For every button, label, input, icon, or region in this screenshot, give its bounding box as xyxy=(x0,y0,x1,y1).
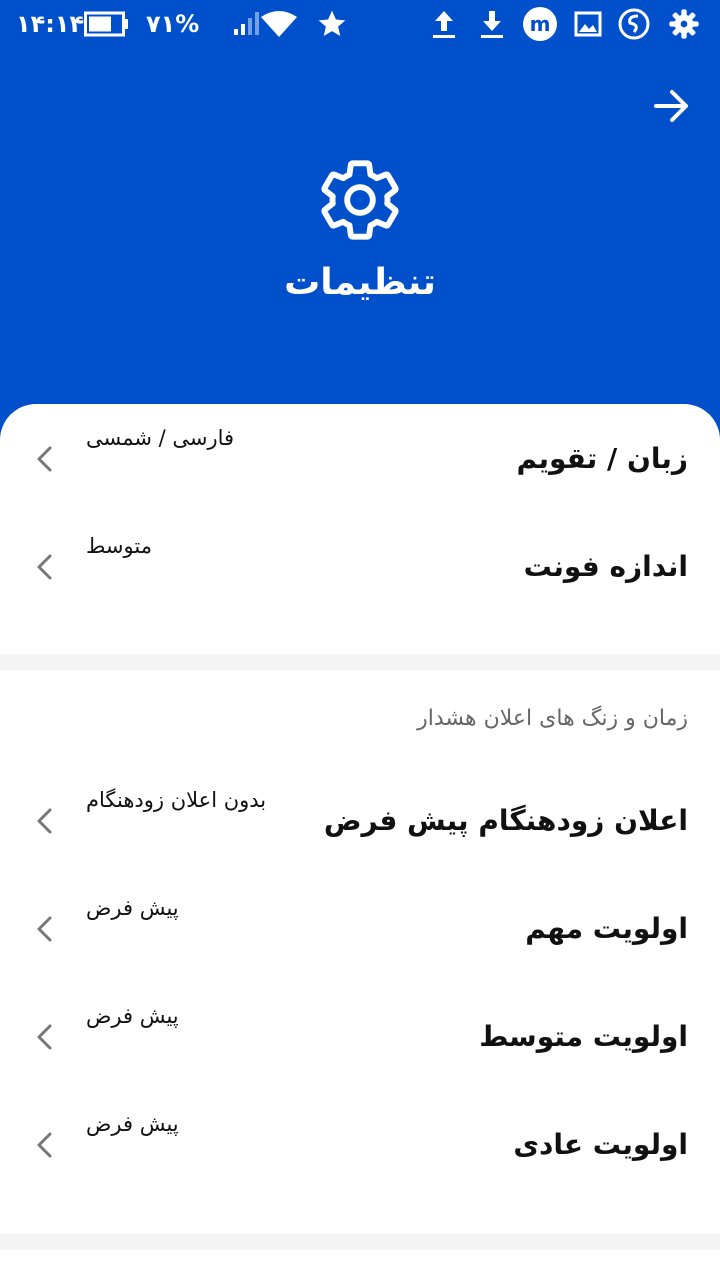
setting-value: پیش فرض xyxy=(86,1112,179,1136)
back-button[interactable] xyxy=(648,82,696,130)
section-title: زمان و زنگ های اعلان هشدار xyxy=(417,706,688,731)
app-s-icon xyxy=(618,0,650,48)
header: ۱۴:۱۴ ۷۱% m تنظیمات xyxy=(0,0,720,440)
setting-value: متوسط xyxy=(86,534,152,558)
section-divider xyxy=(0,1234,720,1250)
page-title: تنظیمات xyxy=(284,262,436,303)
setting-title: اندازه فونت xyxy=(523,549,688,583)
chevron-left-icon xyxy=(37,446,52,472)
setting-value: بدون اعلان زودهنگام xyxy=(86,788,267,812)
app-m-icon: m xyxy=(522,0,558,48)
chevron-left-icon xyxy=(37,554,52,580)
chevron-left-icon xyxy=(37,916,52,942)
signal-icon xyxy=(232,0,262,48)
setting-value: پیش فرض xyxy=(86,1004,179,1028)
chevron-left-icon xyxy=(37,1132,52,1158)
image-icon xyxy=(574,0,602,48)
star-icon xyxy=(316,0,348,48)
upload-icon xyxy=(430,0,458,48)
section-divider xyxy=(0,654,720,670)
setting-title: اولویت مهم xyxy=(525,911,688,945)
arrow-right-icon xyxy=(654,90,688,122)
status-time: ۱۴:۱۴ xyxy=(16,10,85,38)
battery-icon xyxy=(84,0,130,48)
download-icon xyxy=(478,0,506,48)
setting-row-language-calendar[interactable]: زبان / تقویم فارسی / شمسی xyxy=(0,404,720,512)
setting-row-early-notification[interactable]: اعلان زودهنگام پیش فرض بدون اعلان زودهنگ… xyxy=(0,766,720,874)
gear-icon xyxy=(316,156,404,244)
setting-row-normal-priority[interactable]: اولویت عادی پیش فرض xyxy=(0,1090,720,1198)
settings-cog-icon xyxy=(668,0,700,48)
chevron-left-icon xyxy=(37,1024,52,1050)
setting-row-medium-priority[interactable]: اولویت متوسط پیش فرض xyxy=(0,982,720,1090)
setting-value: فارسی / شمسی xyxy=(86,426,235,450)
setting-row-font-size[interactable]: اندازه فونت متوسط xyxy=(0,512,720,620)
chevron-left-icon xyxy=(37,808,52,834)
setting-value: پیش فرض xyxy=(86,896,179,920)
setting-title: اولویت متوسط xyxy=(479,1019,688,1053)
wifi-icon xyxy=(260,0,298,48)
setting-title: اولویت عادی xyxy=(513,1127,688,1161)
svg-text:m: m xyxy=(530,12,551,36)
setting-title: زبان / تقویم xyxy=(516,441,688,475)
setting-title: اعلان زودهنگام پیش فرض xyxy=(323,803,688,837)
setting-row-important-priority[interactable]: اولویت مهم پیش فرض xyxy=(0,874,720,982)
status-bar: ۱۴:۱۴ ۷۱% m xyxy=(0,0,720,48)
battery-percent: ۷۱% xyxy=(146,10,200,38)
